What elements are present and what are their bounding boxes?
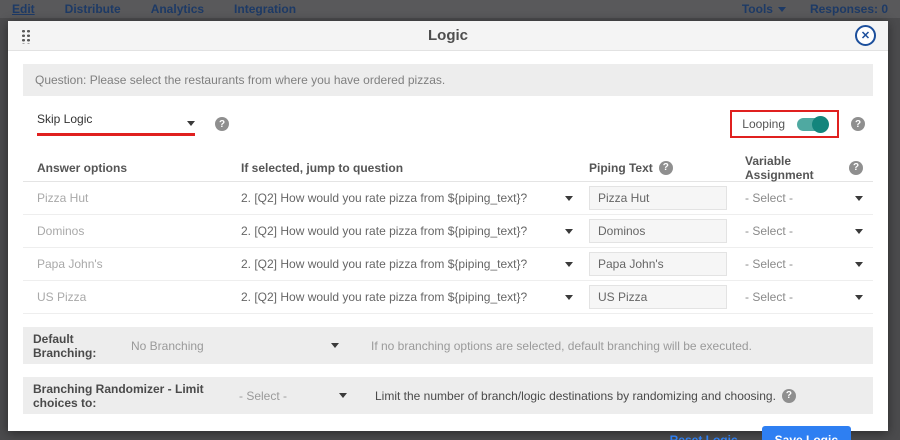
jump-question-value: 2. [Q2] How would you rate pizza from ${… xyxy=(241,257,527,271)
reset-logic-button[interactable]: Reset Logic xyxy=(670,433,738,440)
nav-right: Tools Responses: 0 xyxy=(742,2,888,16)
branching-randomizer-bar: Branching Randomizer - Limit choices to:… xyxy=(23,377,873,414)
table-header-row: Answer options If selected, jump to ques… xyxy=(23,154,873,182)
save-logic-button[interactable]: Save Logic xyxy=(762,426,851,440)
logic-table: Answer options If selected, jump to ques… xyxy=(23,154,873,314)
tools-label: Tools xyxy=(742,2,773,16)
help-icon[interactable]: ? xyxy=(659,161,673,175)
chevron-down-icon xyxy=(565,295,573,300)
piping-text-cell xyxy=(589,252,729,276)
logic-modal: Logic ✕ Question: Please select the rest… xyxy=(8,21,888,431)
header-piping-label: Piping Text xyxy=(589,161,653,175)
header-answer-options: Answer options xyxy=(23,161,241,175)
variable-assignment-value: - Select - xyxy=(745,257,793,271)
randomizer-description: Limit the number of branch/logic destina… xyxy=(375,389,796,403)
chevron-down-icon xyxy=(855,229,863,234)
question-banner: Question: Please select the restaurants … xyxy=(23,64,873,96)
help-icon[interactable]: ? xyxy=(849,161,863,175)
chevron-down-icon xyxy=(331,343,339,348)
jump-question-dropdown[interactable]: 2. [Q2] How would you rate pizza from ${… xyxy=(241,191,579,205)
randomizer-label: Branching Randomizer - Limit choices to: xyxy=(33,382,239,410)
variable-assignment-dropdown[interactable]: - Select - xyxy=(745,191,873,205)
piping-text-input[interactable] xyxy=(589,252,727,276)
nav-item-integration[interactable]: Integration xyxy=(234,1,296,17)
top-navigation-bar: Edit Distribute Analytics Integration To… xyxy=(0,0,900,18)
jump-question-value: 2. [Q2] How would you rate pizza from ${… xyxy=(241,224,527,238)
piping-text-cell xyxy=(589,186,729,210)
jump-question-value: 2. [Q2] How would you rate pizza from ${… xyxy=(241,290,527,304)
chevron-down-icon xyxy=(855,196,863,201)
piping-text-input[interactable] xyxy=(589,186,727,210)
header-jump-label: If selected, jump to question xyxy=(241,161,403,175)
looping-section: Looping ? xyxy=(730,110,865,138)
logic-type-row: Skip Logic ? Looping ? xyxy=(23,110,873,138)
table-row: Papa John's 2. [Q2] How would you rate p… xyxy=(23,248,873,281)
answer-option-label: Dominos xyxy=(23,224,241,238)
header-jump-question: If selected, jump to question xyxy=(241,161,579,175)
logic-type-dropdown[interactable]: Skip Logic xyxy=(37,112,195,136)
randomizer-dropdown[interactable]: - Select - xyxy=(239,389,339,403)
randomizer-description-text: Limit the number of branch/logic destina… xyxy=(375,389,776,403)
chevron-down-icon xyxy=(565,196,573,201)
variable-assignment-value: - Select - xyxy=(745,290,793,304)
help-icon[interactable]: ? xyxy=(782,389,796,403)
chevron-down-icon xyxy=(855,295,863,300)
table-row: Pizza Hut 2. [Q2] How would you rate piz… xyxy=(23,182,873,215)
default-branching-description: If no branching options are selected, de… xyxy=(371,339,752,353)
piping-text-input[interactable] xyxy=(589,285,727,309)
default-branching-label: Default Branching: xyxy=(33,332,131,360)
chevron-down-icon xyxy=(565,229,573,234)
chevron-down-icon xyxy=(565,262,573,267)
looping-label: Looping xyxy=(742,117,785,131)
variable-assignment-value: - Select - xyxy=(745,191,793,205)
variable-assignment-dropdown[interactable]: - Select - xyxy=(745,290,873,304)
answer-option-label: Papa John's xyxy=(23,257,241,271)
close-icon[interactable]: ✕ xyxy=(855,25,876,46)
modal-footer: Reset Logic Save Logic xyxy=(23,414,873,440)
variable-assignment-dropdown[interactable]: - Select - xyxy=(745,224,873,238)
answer-option-label: US Pizza xyxy=(23,290,241,304)
table-row: US Pizza 2. [Q2] How would you rate pizz… xyxy=(23,281,873,314)
chevron-down-icon xyxy=(855,262,863,267)
default-branching-bar: Default Branching: No Branching If no br… xyxy=(23,327,873,364)
jump-question-dropdown[interactable]: 2. [Q2] How would you rate pizza from ${… xyxy=(241,257,579,271)
table-row: Dominos 2. [Q2] How would you rate pizza… xyxy=(23,215,873,248)
variable-assignment-value: - Select - xyxy=(745,224,793,238)
variable-assignment-dropdown[interactable]: - Select - xyxy=(745,257,873,271)
looping-toggle[interactable] xyxy=(797,118,827,131)
jump-question-dropdown[interactable]: 2. [Q2] How would you rate pizza from ${… xyxy=(241,290,579,304)
help-icon[interactable]: ? xyxy=(851,117,865,131)
modal-body: Question: Please select the restaurants … xyxy=(8,64,888,440)
piping-text-cell xyxy=(589,285,729,309)
nav-item-analytics[interactable]: Analytics xyxy=(151,1,204,17)
logic-type-value: Skip Logic xyxy=(37,112,92,126)
chevron-down-icon xyxy=(339,393,347,398)
modal-header: Logic ✕ xyxy=(8,21,888,51)
default-branching-dropdown[interactable]: No Branching xyxy=(131,339,331,353)
nav-item-edit[interactable]: Edit xyxy=(12,1,35,17)
chevron-down-icon xyxy=(187,121,195,126)
chevron-down-icon xyxy=(778,7,786,12)
looping-highlight-box: Looping xyxy=(730,110,839,138)
piping-text-input[interactable] xyxy=(589,219,727,243)
answer-option-label: Pizza Hut xyxy=(23,191,241,205)
responses-counter: Responses: 0 xyxy=(810,2,888,16)
header-variable-assignment: Variable Assignment ? xyxy=(745,154,873,182)
header-variable-label: Variable Assignment xyxy=(745,154,843,182)
tools-dropdown[interactable]: Tools xyxy=(742,2,786,16)
logic-type-left: Skip Logic ? xyxy=(37,112,229,136)
jump-question-dropdown[interactable]: 2. [Q2] How would you rate pizza from ${… xyxy=(241,224,579,238)
help-icon[interactable]: ? xyxy=(215,117,229,131)
modal-title: Logic xyxy=(8,27,888,44)
nav-menu: Edit Distribute Analytics Integration xyxy=(12,1,296,17)
header-piping-text: Piping Text ? xyxy=(589,161,729,175)
jump-question-value: 2. [Q2] How would you rate pizza from ${… xyxy=(241,191,527,205)
nav-item-distribute[interactable]: Distribute xyxy=(65,1,121,17)
piping-text-cell xyxy=(589,219,729,243)
